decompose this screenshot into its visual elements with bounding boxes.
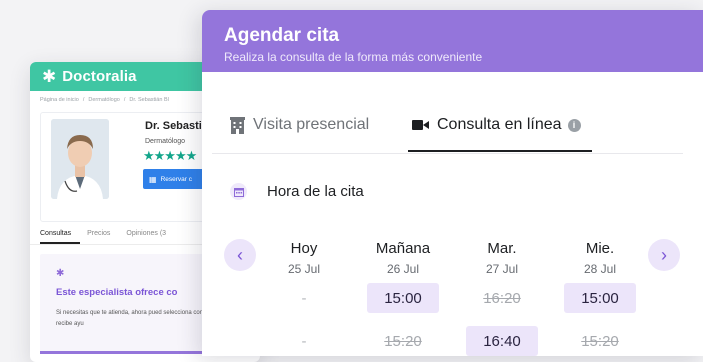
modal-title: Agendar cita: [224, 25, 340, 46]
day-date: 25 Jul: [287, 262, 321, 276]
breadcrumb-dermatologist[interactable]: Dermatólogo: [88, 97, 120, 103]
brand-name: Doctoralia: [62, 68, 137, 85]
doctor-avatar: [51, 119, 109, 199]
profile-tabs: Consultas Precios Opiniones (3: [40, 230, 180, 237]
tabs-divider: [212, 153, 683, 154]
active-tab-indicator: [408, 150, 592, 152]
doctoralia-logo-icon: ✱: [42, 67, 57, 86]
doctor-name[interactable]: Dr. Sebastiá: [145, 120, 208, 132]
chevron-left-icon: ‹: [237, 244, 243, 265]
appointment-time-heading: Hora de la cita: [230, 183, 364, 200]
promo-title: Este especialista ofrece co: [56, 287, 178, 298]
modal-subtitle: Realiza la consulta de la forma más conv…: [224, 50, 483, 64]
time-slot[interactable]: 15:00: [564, 283, 636, 313]
calendar-icon: [230, 183, 247, 200]
schedule-appointment-modal: Agendar cita Realiza la consulta de la f…: [202, 10, 703, 356]
sparkle-icon: ✱: [56, 268, 65, 279]
day-date: 27 Jul: [485, 262, 519, 276]
tab-opiniones[interactable]: Opiniones (3: [126, 230, 166, 237]
day-name: Mie.: [585, 240, 615, 257]
time-slot[interactable]: 16:40: [466, 326, 538, 356]
day-name: Mañana: [375, 240, 431, 257]
info-icon[interactable]: i: [567, 118, 581, 132]
building-icon: [230, 116, 245, 134]
video-camera-icon: [412, 119, 429, 131]
calendar-icon: ▦: [149, 174, 157, 184]
day-date: 26 Jul: [386, 262, 420, 276]
time-slot: 15:20: [581, 332, 619, 350]
doctor-specialty: Dermatólogo: [145, 138, 186, 145]
tab-online-consultation[interactable]: Consulta en línea i: [412, 116, 581, 134]
time-slot: 16:20: [483, 289, 521, 307]
next-days-button[interactable]: ›: [648, 239, 680, 271]
day-name: Mar.: [487, 240, 517, 257]
time-slot: -: [301, 332, 307, 350]
day-date: 28 Jul: [583, 262, 617, 276]
time-slot: -: [301, 289, 307, 307]
time-slot: 15:20: [384, 332, 422, 350]
rating-stars: ★★★★★: [143, 148, 197, 163]
in-person-label: Visita presencial: [253, 116, 370, 133]
tab-precios[interactable]: Precios: [87, 230, 110, 237]
tab-in-person-visit[interactable]: Visita presencial: [230, 116, 369, 134]
breadcrumb-doctor: Dr. Sebastián Bl: [129, 97, 169, 103]
breadcrumb-home[interactable]: Página de inicio: [40, 97, 79, 103]
book-button-label: Reservar c: [160, 175, 192, 183]
chevron-right-icon: ›: [661, 244, 667, 265]
tab-consultas[interactable]: Consultas: [40, 230, 71, 237]
time-slot[interactable]: 15:00: [367, 283, 439, 313]
previous-days-button[interactable]: ‹: [224, 239, 256, 271]
time-heading-label: Hora de la cita: [267, 183, 364, 200]
modal-header: Agendar cita Realiza la consulta de la f…: [202, 10, 703, 72]
online-label: Consulta en línea: [437, 116, 562, 133]
day-name: Hoy: [290, 240, 318, 257]
